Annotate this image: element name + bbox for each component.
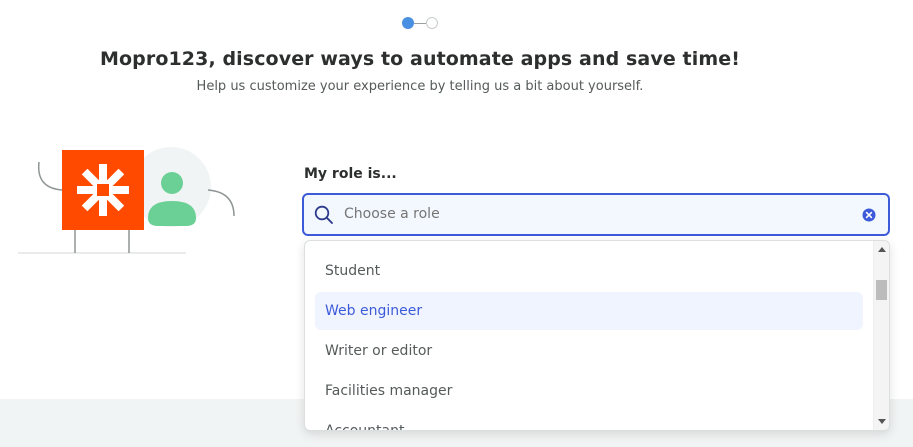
clear-icon[interactable]: [862, 208, 876, 222]
role-label: My role is...: [304, 166, 397, 182]
role-options-list[interactable]: Student Web engineer Writer or editor Fa…: [304, 240, 890, 431]
search-icon: [314, 205, 333, 224]
role-option[interactable]: Writer or editor: [315, 332, 863, 370]
role-select[interactable]: [302, 193, 890, 236]
onboarding-illustration: [18, 147, 235, 254]
role-option[interactable]: Facilities manager: [315, 372, 863, 410]
scroll-down-arrow[interactable]: [878, 419, 886, 424]
role-option[interactable]: Accountant: [315, 412, 863, 430]
role-search-input[interactable]: [344, 206, 824, 222]
page-title: Mopro123, discover ways to automate apps…: [100, 48, 740, 70]
role-option[interactable]: Student: [315, 252, 863, 290]
scroll-up-arrow[interactable]: [878, 247, 886, 252]
role-option[interactable]: Web engineer: [315, 292, 863, 330]
zapier-asterisk-icon: [62, 150, 144, 230]
page-subtitle: Help us customize your experience by tel…: [196, 79, 644, 94]
dropdown-scrollbar[interactable]: [873, 241, 889, 430]
step-1-indicator: [402, 17, 414, 29]
progress-stepper: [402, 17, 438, 29]
step-2-indicator: [426, 17, 438, 29]
step-connector: [414, 22, 426, 24]
scroll-thumb[interactable]: [876, 280, 887, 300]
